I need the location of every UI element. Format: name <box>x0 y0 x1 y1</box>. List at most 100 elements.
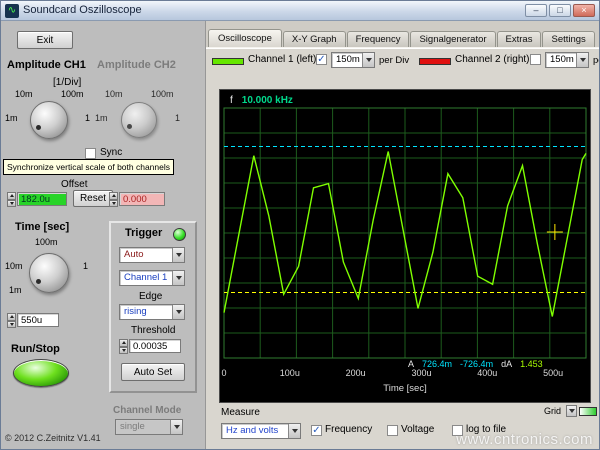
window-controls: – □ × <box>525 4 595 17</box>
run-stop-button[interactable] <box>13 359 69 387</box>
x-tick-label: 300u <box>411 368 431 378</box>
tab-signalgenerator[interactable]: Signalgenerator <box>410 31 495 47</box>
offset-ch2-field[interactable]: 0.000 <box>119 192 165 206</box>
scope-display[interactable]: f 10.000 kHz 0 100u 200u 300u 400u 500u Time [s… <box>219 89 591 403</box>
dropdown-arrow-icon <box>567 406 576 416</box>
spin-down-icon <box>10 323 14 326</box>
offset-label: Offset <box>61 179 88 190</box>
channel-2-color-swatch <box>419 58 451 65</box>
time-spinner[interactable] <box>7 313 16 328</box>
app-window: ∿ Soundcard Oszilloscope – □ × Exit Ampl… <box>0 0 600 450</box>
edge-label: Edge <box>139 291 162 302</box>
measure-label: Measure <box>221 407 260 418</box>
minimize-button[interactable]: – <box>525 4 547 17</box>
spin-up-icon <box>10 315 14 318</box>
x-axis-label: Time [sec] <box>383 383 426 394</box>
channel-1-label: Channel 1 (left) <box>248 54 316 65</box>
title-bar: ∿ Soundcard Oszilloscope – □ × <box>1 1 599 21</box>
grid-color-swatch <box>579 407 597 416</box>
dropdown-arrow-icon <box>172 305 184 319</box>
offset-ch2-spinner[interactable] <box>109 192 118 207</box>
threshold-field[interactable]: 0.00035 <box>129 339 181 353</box>
offset-reset-button[interactable]: Reset <box>73 190 113 207</box>
knob-scale-label: 100m <box>61 89 84 99</box>
tab-xy-graph[interactable]: X-Y Graph <box>283 31 346 47</box>
a-max-value: 726.4m <box>422 359 452 369</box>
measure-mode-dropdown[interactable]: Hz and volts <box>221 423 301 439</box>
close-button[interactable]: × <box>573 4 595 17</box>
knob-scale-label: 1 <box>85 113 90 123</box>
maximize-button[interactable]: □ <box>549 4 571 17</box>
tab-oscilloscope[interactable]: Oscilloscope <box>208 29 282 47</box>
time-knob[interactable] <box>29 253 69 293</box>
trigger-mode-value: Auto <box>120 248 172 262</box>
copyright-text: © 2012 C.Zeitnitz V1.41 <box>5 433 101 443</box>
knob-scale-label: 1m <box>5 113 18 123</box>
spin-down-icon <box>122 349 126 352</box>
amplitude-ch2-knob[interactable] <box>121 102 157 138</box>
threshold-spinner[interactable] <box>119 339 128 354</box>
channel-1-checkbox[interactable]: ✓ <box>316 54 327 65</box>
channel-mode-value: single <box>116 420 170 434</box>
spin-up-icon <box>112 194 116 197</box>
x-tick-label: 500u <box>543 368 563 378</box>
trigger-mode-dropdown[interactable]: Auto <box>119 247 185 263</box>
maximize-icon: □ <box>557 5 562 15</box>
offset-ch1-field[interactable]: 182.0u <box>17 192 67 206</box>
knob-scale-label: 100m <box>35 237 58 247</box>
spin-down-icon <box>10 202 14 205</box>
tab-settings[interactable]: Settings <box>542 31 594 47</box>
voltage-checkbox-label: Voltage <box>401 424 434 435</box>
knob-scale-label: 1 <box>175 113 180 123</box>
trigger-source-value: Channel 1 <box>120 271 172 285</box>
x-tick-label: 200u <box>346 368 366 378</box>
trigger-source-dropdown[interactable]: Channel 1 <box>119 270 185 286</box>
channel-1-scale-dropdown[interactable]: 150m <box>331 52 375 68</box>
spin-down-icon <box>112 202 116 205</box>
app-icon: ∿ <box>5 4 19 18</box>
control-panel: Exit Amplitude CH1 Amplitude CH2 [1/Div]… <box>1 21 206 450</box>
knob-scale-label: 1m <box>95 113 108 123</box>
channel-2-scale-dropdown[interactable]: 150m <box>545 52 589 68</box>
da-value: 1.453 <box>520 359 543 369</box>
knob-scale-label: 1m <box>9 285 22 295</box>
frequency-value: 10.000 kHz <box>242 95 293 106</box>
run-stop-label: Run/Stop <box>11 343 60 355</box>
voltage-checkbox[interactable] <box>387 425 398 436</box>
offset-ch1-spinner[interactable] <box>7 192 16 207</box>
close-icon: × <box>581 5 586 15</box>
tab-extras[interactable]: Extras <box>497 31 542 47</box>
channel-2-checkbox[interactable] <box>530 54 541 65</box>
amplitude-ch1-knob-group: 10m 100m 1m 1 <box>5 89 93 153</box>
channel-1-per-div-label: per Div <box>379 55 409 66</box>
channel-mode-label: Channel Mode <box>113 405 181 416</box>
minimize-icon: – <box>533 5 538 15</box>
x-tick-label: 400u <box>477 368 497 378</box>
x-tick-label: 0 <box>221 368 226 378</box>
sync-label: Sync <box>100 147 122 158</box>
exit-button[interactable]: Exit <box>17 31 73 49</box>
threshold-label: Threshold <box>131 325 175 336</box>
time-value-field[interactable]: 550u <box>17 313 59 327</box>
auto-set-button[interactable]: Auto Set <box>121 363 185 381</box>
tab-frequency[interactable]: Frequency <box>347 31 410 47</box>
grid-dropdown[interactable] <box>566 405 577 417</box>
trigger-led-icon <box>173 228 186 241</box>
spin-up-icon <box>10 194 14 197</box>
window-title: Soundcard Oszilloscope <box>23 4 142 16</box>
amplitude-ch1-knob[interactable] <box>30 101 68 139</box>
knob-scale-label: 10m <box>15 89 33 99</box>
amplitude-ch2-knob-group: 10m 100m 1m 1 <box>95 89 183 153</box>
amplitude-ch2-label: Amplitude CH2 <box>97 59 176 71</box>
watermark-text: www.cntronics.com <box>456 431 593 448</box>
frequency-checkbox-label: Frequency <box>325 424 372 435</box>
frequency-prefix: f <box>230 95 233 106</box>
channel-mode-dropdown[interactable]: single <box>115 419 183 435</box>
tab-strip: Oscilloscope X-Y Graph Frequency Signalg… <box>208 27 596 47</box>
frequency-readout: f 10.000 kHz <box>230 95 293 106</box>
x-tick-label: 100u <box>280 368 300 378</box>
frequency-checkbox[interactable]: ✓ <box>311 425 322 436</box>
sync-checkbox[interactable] <box>85 148 96 159</box>
dropdown-arrow-icon <box>288 424 300 438</box>
trigger-edge-dropdown[interactable]: rising <box>119 304 185 320</box>
